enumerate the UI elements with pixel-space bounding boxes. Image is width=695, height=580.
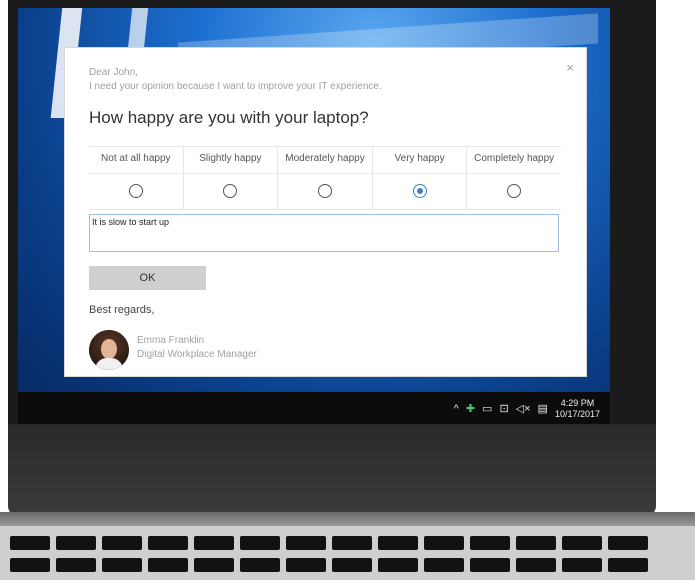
key — [608, 558, 648, 572]
rating-option-label: Very happy — [394, 153, 445, 164]
key — [56, 536, 96, 550]
key — [470, 558, 510, 572]
key — [102, 558, 142, 572]
radio-slightly-happy[interactable] — [223, 184, 238, 198]
key — [194, 536, 234, 550]
key — [286, 558, 326, 572]
system-tray: ^ ✚ ▭ ⊡ ◁× ▤ 4:29 PM 10/17/2017 — [454, 398, 600, 420]
radio-very-happy[interactable] — [412, 184, 427, 198]
greeting: Dear John, I need your opinion because I… — [89, 66, 382, 94]
key — [424, 558, 464, 572]
key — [378, 558, 418, 572]
closing-text: Best regards, — [89, 304, 155, 316]
key — [148, 558, 188, 572]
key — [194, 558, 234, 572]
radio-not-at-all-happy[interactable] — [128, 184, 143, 198]
key — [10, 558, 50, 572]
survey-dialog: × Dear John, I need your opinion because… — [65, 48, 586, 376]
battery-icon[interactable]: ▭ — [482, 403, 492, 415]
key — [562, 536, 602, 550]
radio-moderately-happy[interactable] — [317, 184, 332, 198]
key-row — [10, 536, 648, 550]
key — [148, 536, 188, 550]
laptop-hinge — [0, 512, 695, 526]
key — [608, 536, 648, 550]
keyboard — [0, 526, 695, 580]
key — [562, 558, 602, 572]
avatar-face — [101, 339, 117, 359]
key — [516, 536, 556, 550]
key — [332, 558, 372, 572]
notification-icon[interactable]: ▤ — [538, 403, 548, 415]
rating-option-label: Moderately happy — [285, 153, 365, 164]
chevron-up-icon[interactable]: ^ — [454, 403, 459, 415]
app-icon[interactable]: ✚ — [466, 403, 475, 415]
key — [516, 558, 556, 572]
rating-option[interactable]: Completely happy — [467, 147, 561, 209]
ok-button[interactable]: OK — [89, 266, 206, 290]
rating-option-label: Not at all happy — [101, 153, 171, 164]
key — [378, 536, 418, 550]
avatar — [89, 330, 129, 370]
rating-option-label: Completely happy — [474, 153, 555, 164]
key — [424, 536, 464, 550]
rating-scale: Not at all happy Slightly happy Moderate… — [89, 146, 561, 210]
volume-mute-icon[interactable]: ◁× — [516, 403, 531, 415]
key — [332, 536, 372, 550]
rating-option[interactable]: Moderately happy — [278, 147, 373, 209]
clock-date: 10/17/2017 — [554, 409, 600, 419]
survey-question: How happy are you with your laptop? — [89, 108, 369, 127]
greeting-salutation: Dear John, — [89, 67, 138, 78]
divider — [372, 173, 467, 174]
key — [102, 536, 142, 550]
taskbar: ^ ✚ ▭ ⊡ ◁× ▤ 4:29 PM 10/17/2017 — [18, 392, 610, 424]
key — [286, 536, 326, 550]
signature: Emma Franklin Digital Workplace Manager — [137, 334, 257, 362]
key — [10, 536, 50, 550]
network-icon[interactable]: ⊡ — [499, 403, 508, 415]
divider — [89, 173, 183, 174]
divider — [278, 173, 372, 174]
greeting-message: I need your opinion because I want to im… — [89, 81, 382, 92]
close-icon[interactable]: × — [566, 60, 574, 75]
key — [56, 558, 96, 572]
key — [240, 558, 280, 572]
comment-field[interactable]: It is slow to start up — [89, 214, 559, 252]
signer-name: Emma Franklin — [137, 335, 205, 346]
clock-time: 4:29 PM — [560, 398, 595, 408]
taskbar-clock[interactable]: 4:29 PM 10/17/2017 — [555, 398, 600, 420]
rating-option-label: Slightly happy — [199, 153, 262, 164]
rating-option[interactable]: Slightly happy — [183, 147, 279, 209]
lid-lower-panel — [8, 424, 656, 516]
radio-completely-happy[interactable] — [507, 184, 522, 198]
rating-option[interactable]: Not at all happy — [89, 147, 184, 209]
key — [470, 536, 510, 550]
key-row — [10, 558, 648, 572]
rating-option[interactable]: Very happy — [372, 147, 468, 209]
key — [240, 536, 280, 550]
divider — [467, 173, 561, 174]
divider — [183, 173, 278, 174]
signer-title: Digital Workplace Manager — [137, 349, 257, 360]
